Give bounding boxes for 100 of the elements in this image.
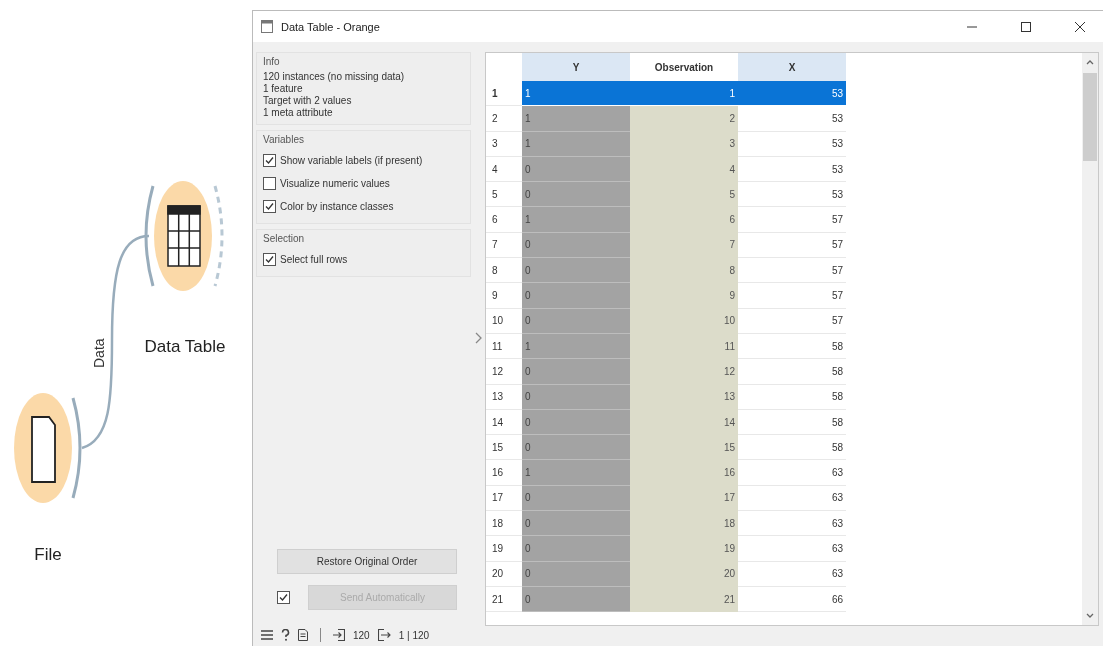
table-cell: 57 [738, 257, 846, 283]
window-title: Data Table - Orange [281, 20, 380, 33]
table-cell: 57 [738, 232, 846, 258]
table-cell: 11 [630, 333, 738, 359]
table-cell: 63 [738, 510, 846, 536]
table-cell: 7 [630, 232, 738, 258]
table-cell: 1 [522, 207, 630, 233]
link-label: Data [91, 338, 107, 368]
node-label: File [34, 545, 62, 564]
table-cell: 58 [738, 358, 846, 385]
file-node[interactable] [14, 393, 82, 503]
checkbox[interactable] [263, 252, 276, 266]
group-title: Info [263, 56, 281, 67]
table-cell: 17 [630, 485, 738, 511]
help-icon[interactable] [281, 629, 290, 641]
checkbox[interactable] [263, 199, 276, 213]
table-cell: 57 [738, 207, 846, 233]
checkbox-label: Color by instance classes [280, 200, 394, 212]
table-cell: 0 [522, 485, 630, 511]
table-cell: 53 [738, 156, 846, 182]
table-cell: 58 [738, 409, 846, 435]
table-cell: 10 [630, 308, 738, 334]
scroll-down-icon[interactable] [1086, 613, 1094, 619]
table-cell: 63 [738, 535, 846, 562]
table-cell: 18 [630, 510, 738, 536]
restore-order-button[interactable]: Restore Original Order [277, 549, 457, 574]
table-cell: 13 [630, 384, 738, 410]
table-cell: 0 [522, 156, 630, 182]
table-cell: 0 [522, 586, 630, 612]
checkbox-label: Select full rows [280, 253, 348, 265]
column-header[interactable]: X [738, 53, 846, 81]
table-cell: 0 [522, 257, 630, 283]
info-line: 120 instances (no missing data) [263, 71, 406, 82]
checkbox[interactable] [263, 153, 276, 167]
table-cell: 2 [630, 105, 738, 132]
table-cell: 6 [630, 207, 738, 233]
table-cell: 5 [630, 181, 738, 207]
input-icon [333, 629, 345, 641]
table-cell: 9 [630, 282, 738, 309]
table-cell: 53 [738, 81, 846, 106]
input-count: 120 [353, 629, 370, 641]
table-cell: 63 [738, 561, 846, 587]
table-cell: 58 [738, 384, 846, 410]
chevron-icon[interactable] [474, 332, 482, 344]
checkbox[interactable] [263, 176, 276, 190]
table-cell: 3 [630, 131, 738, 157]
close-icon [1075, 21, 1085, 32]
menu-icon[interactable] [261, 630, 273, 640]
table-cell: 12 [630, 358, 738, 385]
group-title: Variables [263, 134, 305, 145]
table-cell: 0 [522, 358, 630, 385]
table-cell: 0 [522, 510, 630, 536]
table-cell: 0 [522, 434, 630, 460]
node-label: Data Table [144, 337, 226, 356]
table-cell: 57 [738, 282, 846, 309]
column-header[interactable]: Observation [630, 53, 738, 81]
table-cell: 58 [738, 434, 846, 460]
table-cell: 19 [630, 535, 738, 562]
scroll-up-icon[interactable] [1086, 59, 1094, 65]
table-cell: 57 [738, 308, 846, 334]
document-icon[interactable] [298, 629, 308, 641]
table-cell: 0 [522, 181, 630, 207]
scrollbar-thumb[interactable] [1083, 73, 1097, 161]
table-cell: 1 [522, 459, 630, 486]
table-cell: 53 [738, 131, 846, 157]
table-cell: 4 [630, 156, 738, 182]
table-cell: 16 [630, 459, 738, 486]
table-cell: 1 [522, 81, 630, 106]
table-cell: 21 [630, 586, 738, 612]
checkbox-label: Visualize numeric values [280, 177, 390, 189]
table-cell: 53 [738, 181, 846, 207]
scrollbar[interactable] [1082, 53, 1098, 625]
table-cell: 0 [522, 308, 630, 334]
table-cell: 63 [738, 459, 846, 486]
table-cell: 63 [738, 485, 846, 511]
table-cell: 15 [630, 434, 738, 460]
checkbox-label: Show variable labels (if present) [280, 154, 423, 166]
table-cell: 58 [738, 333, 846, 359]
table-cell: 20 [630, 561, 738, 587]
column-header[interactable]: Y [522, 53, 630, 81]
table-cell: 0 [522, 232, 630, 258]
info-line: 1 meta attribute [263, 107, 334, 118]
table-cell: 0 [522, 384, 630, 410]
table-cell: 8 [630, 257, 738, 283]
info-line: 1 feature [263, 83, 304, 94]
table-cell: 1 [522, 105, 630, 132]
table-node[interactable] [144, 181, 224, 291]
output-count: 1 | 120 [398, 629, 430, 641]
window-icon [261, 20, 273, 33]
table-cell: 0 [522, 561, 630, 587]
table-cell: 0 [522, 535, 630, 562]
table-cell: 0 [522, 409, 630, 435]
table-cell: 1 [522, 333, 630, 359]
table-cell: 66 [738, 586, 846, 612]
table-cell: 1 [630, 81, 738, 106]
table-cell: 14 [630, 409, 738, 435]
group-title: Selection [263, 233, 306, 244]
maximize-icon [1021, 21, 1031, 32]
table-cell: 1 [522, 131, 630, 157]
table-cell: 53 [738, 105, 846, 132]
